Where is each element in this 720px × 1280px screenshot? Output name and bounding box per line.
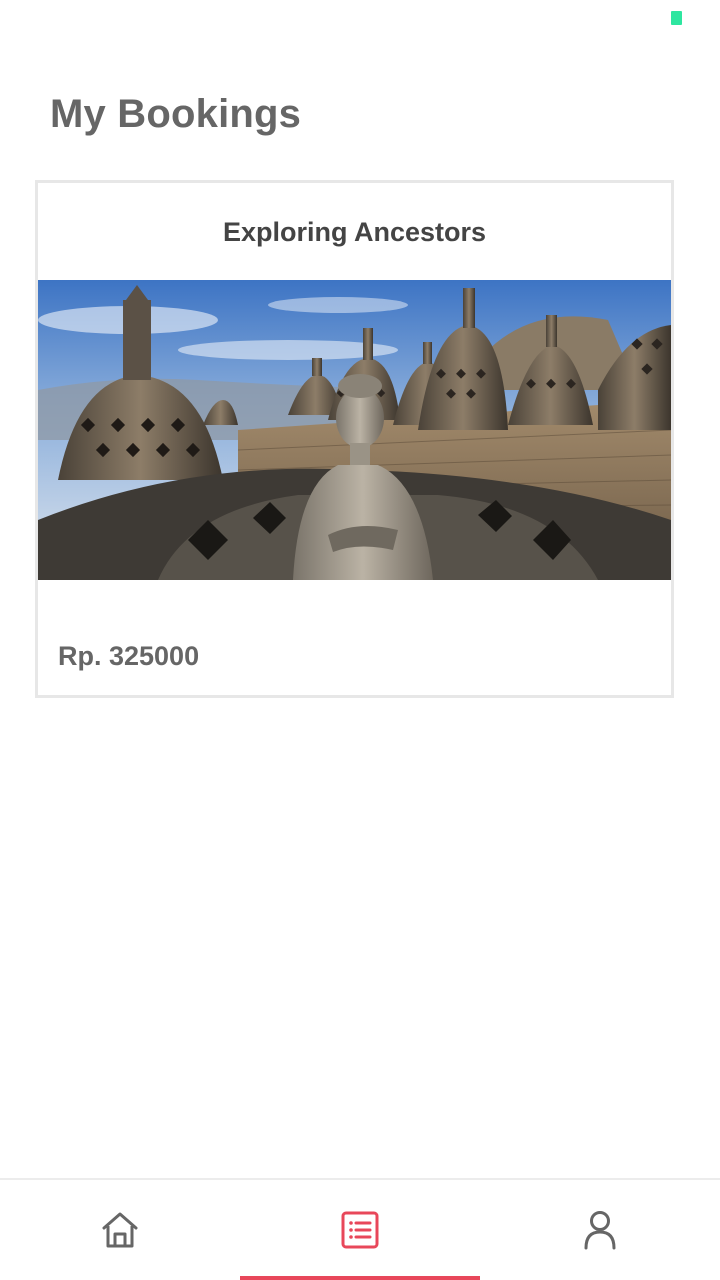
- booking-card[interactable]: Exploring Ancestors Rp. 325000: [35, 180, 674, 698]
- user-icon: [584, 1211, 616, 1250]
- bottom-navigation: [0, 1178, 720, 1280]
- nav-bookings[interactable]: [240, 1180, 480, 1280]
- status-indicator: [671, 11, 682, 25]
- home-icon: [102, 1212, 138, 1248]
- page-title: My Bookings: [50, 92, 302, 136]
- active-tab-indicator: [240, 1276, 480, 1280]
- booking-price: Rp. 325000: [58, 641, 200, 671]
- list-icon: [341, 1211, 379, 1249]
- booking-title: Exploring Ancestors: [222, 217, 487, 247]
- my-bookings-screen: My Bookings Exploring Ancestors Rp. 3250…: [0, 0, 720, 1280]
- booking-image: [38, 280, 671, 580]
- nav-home[interactable]: [0, 1180, 240, 1280]
- nav-profile[interactable]: [480, 1180, 720, 1280]
